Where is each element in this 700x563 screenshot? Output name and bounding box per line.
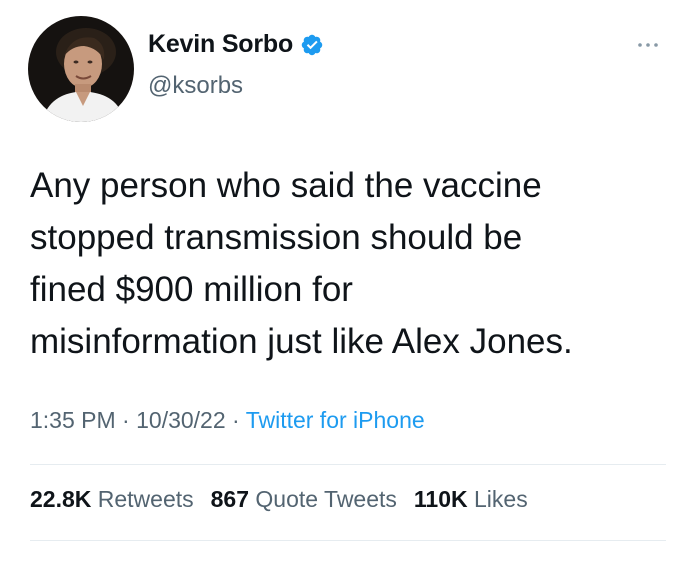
retweets-label: Retweets xyxy=(97,486,194,512)
tweet-source-link[interactable]: Twitter for iPhone xyxy=(246,407,425,433)
divider xyxy=(30,540,666,541)
tweet-text: Any person who said the vaccine stopped … xyxy=(30,166,573,361)
verified-badge-icon xyxy=(300,33,324,57)
author-handle[interactable]: @ksorbs xyxy=(148,72,243,100)
more-options-icon[interactable] xyxy=(634,38,662,52)
tweet-stats: 22.8K Retweets 867 Quote Tweets 110K Lik… xyxy=(30,486,528,513)
tweet-card: Kevin Sorbo @ksorbs Any person who said … xyxy=(0,0,700,563)
quote-tweets-label: Quote Tweets xyxy=(255,486,397,512)
avatar-photo xyxy=(28,16,134,122)
quote-tweets-count: 867 xyxy=(210,486,250,512)
author-name-row: Kevin Sorbo xyxy=(148,30,324,59)
likes-label: Likes xyxy=(474,486,528,512)
author-display-name[interactable]: Kevin Sorbo xyxy=(148,30,293,59)
tweet-date[interactable]: 10/30/22 xyxy=(136,407,226,433)
tweet-time[interactable]: 1:35 PM xyxy=(30,407,116,433)
retweets-stat[interactable]: 22.8K Retweets xyxy=(30,486,194,513)
meta-separator: · xyxy=(232,407,240,433)
quote-tweets-stat[interactable]: 867 Quote Tweets xyxy=(211,486,397,513)
author-avatar[interactable] xyxy=(28,16,134,122)
divider xyxy=(30,464,666,465)
meta-separator: · xyxy=(122,407,130,433)
likes-count: 110K xyxy=(413,486,468,512)
retweets-count: 22.8K xyxy=(30,486,92,512)
tweet-meta: 1:35 PM · 10/30/22 · Twitter for iPhone xyxy=(30,407,425,434)
likes-stat[interactable]: 110K Likes xyxy=(414,486,528,513)
